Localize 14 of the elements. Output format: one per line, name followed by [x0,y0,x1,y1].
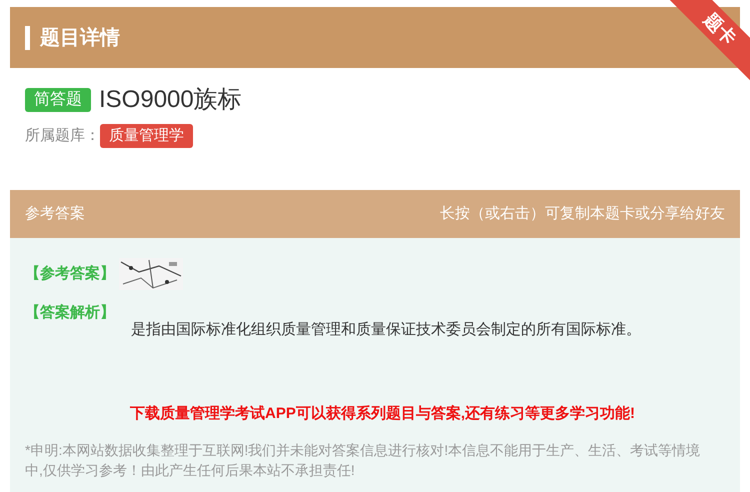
analysis-text: 是指由国际标准化组织质量管理和质量保证技术委员会制定的所有国际标准。 [130,320,642,340]
header-title: 题目详情 [40,26,120,50]
disclaimer-text: *申明:本网站数据收集整理于互联网!我们并未能对答案信息进行核对!本信息不能用于生产、生活、考试等情境中,仅供学习参考！由此产生任何后果本站不承担责任! [25,440,702,480]
ribbon-label: 题卡 [700,8,742,50]
analysis-label: 【答案解析】 [25,302,116,323]
bank-tag[interactable]: 质量管理学 [100,124,193,148]
answer-header-title: 参考答案 [25,204,85,224]
answer-label: 【参考答案】 [25,264,115,284]
question-title: ISO9000族标 [99,85,242,115]
question-type-tag: 简答题 [25,88,91,112]
share-hint: 长按（或右击）可复制本题卡或分享给好友 [440,204,725,224]
bank-label: 所属题库： [25,126,100,146]
app-promo-text[interactable]: 下载质量管理学考试APP可以获得系列题目与答案,还有练习等更多学习功能! [25,403,725,426]
title-marker-icon [25,26,30,50]
